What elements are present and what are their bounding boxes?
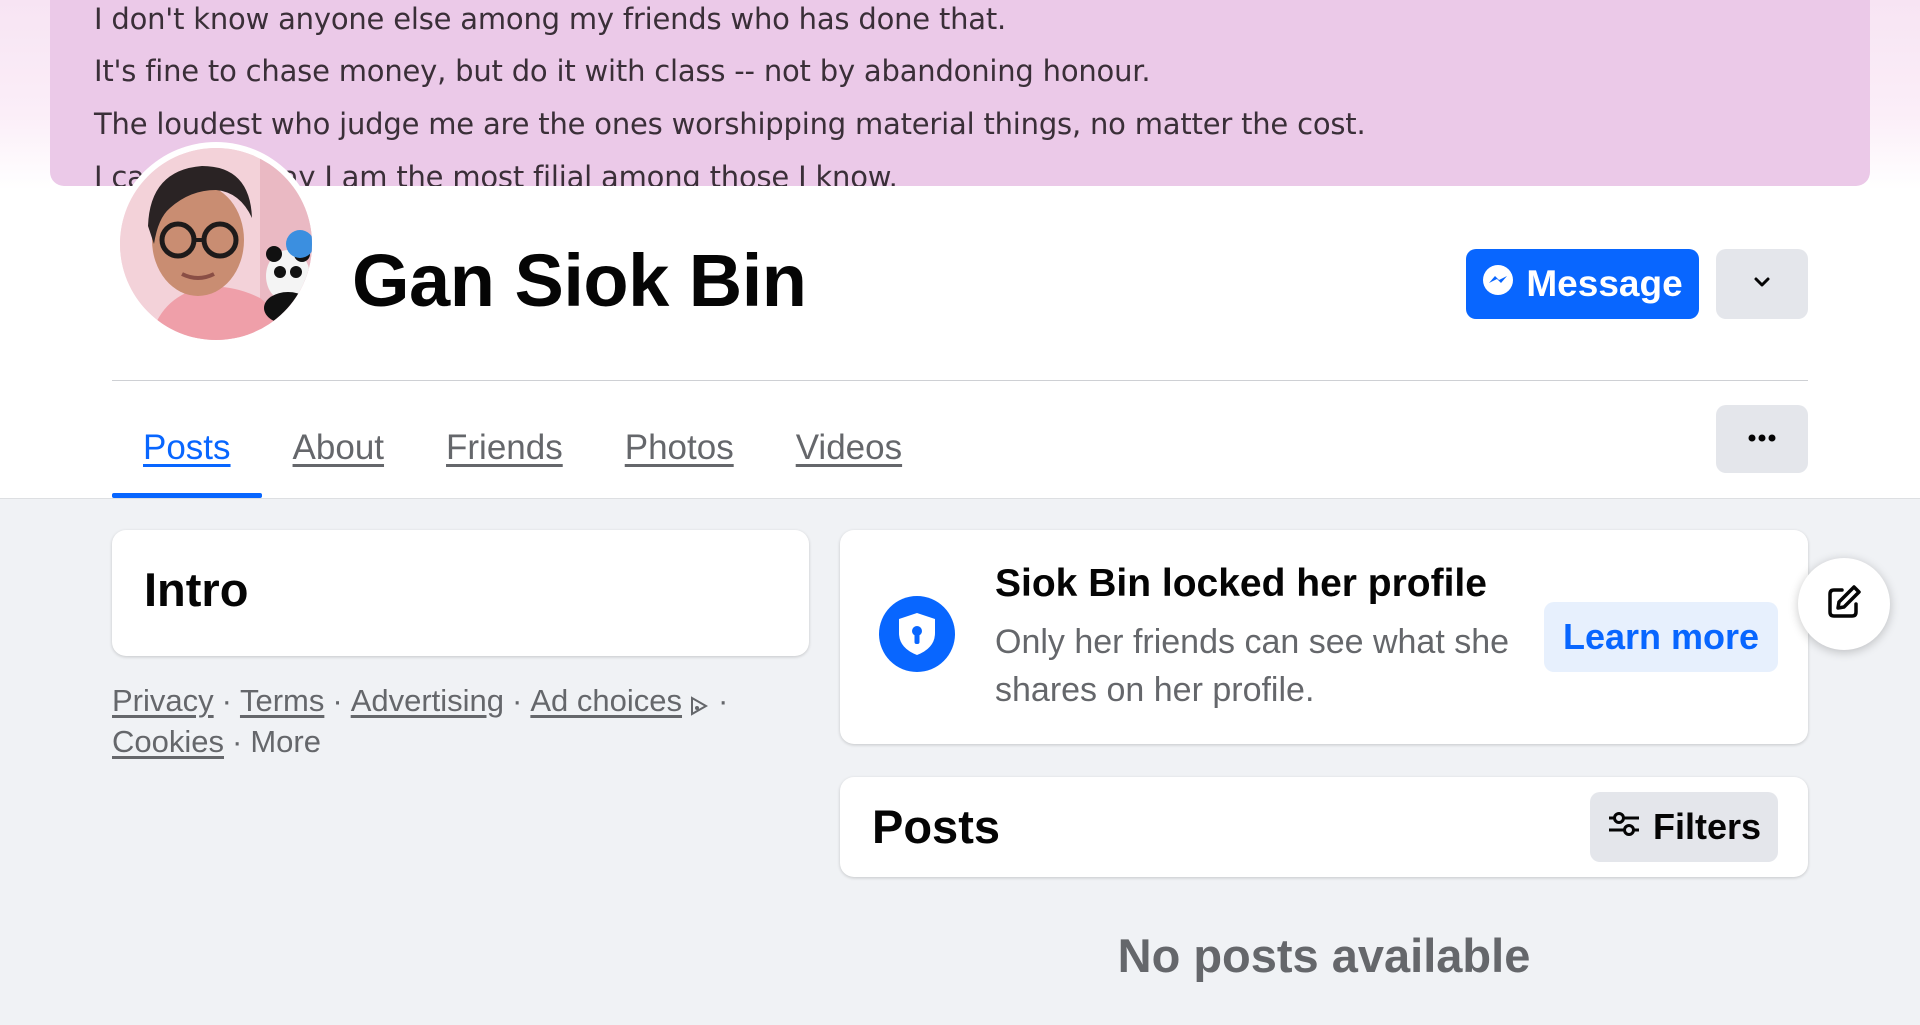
no-posts-message: No posts available bbox=[1117, 929, 1531, 982]
tab-friends[interactable]: Friends bbox=[415, 398, 594, 498]
tab-posts[interactable]: Posts bbox=[112, 398, 262, 498]
ellipsis-icon bbox=[1747, 430, 1777, 448]
separator: · bbox=[221, 683, 232, 718]
profile-name: Gan Siok Bin bbox=[352, 239, 807, 322]
separator: · bbox=[718, 683, 729, 718]
more-options-button[interactable] bbox=[1716, 405, 1808, 473]
message-button-label: Message bbox=[1526, 263, 1683, 304]
messenger-icon bbox=[1482, 263, 1514, 305]
filters-label: Filters bbox=[1652, 806, 1762, 847]
cover-text-line: It's fine to chase money, but do it with… bbox=[94, 54, 1151, 88]
intro-card: Intro bbox=[112, 530, 809, 656]
tab-videos[interactable]: Videos bbox=[765, 398, 933, 498]
message-button[interactable]: Message bbox=[1466, 249, 1699, 319]
locked-profile-description: Only her friends can see what she shares… bbox=[995, 623, 1510, 709]
separator: · bbox=[332, 683, 343, 718]
cover-text-line: The loudest who judge me are the ones wo… bbox=[94, 107, 1366, 141]
more-link[interactable]: More bbox=[250, 724, 321, 759]
new-message-button[interactable] bbox=[1798, 558, 1890, 650]
locked-profile-title: Siok Bin locked her profile bbox=[995, 562, 1487, 605]
advertising-link[interactable]: Advertising bbox=[351, 683, 504, 718]
tab-photos[interactable]: Photos bbox=[594, 398, 765, 498]
learn-more-button[interactable]: Learn more bbox=[1544, 602, 1778, 672]
cover-edge-right bbox=[1870, 0, 1920, 190]
locked-profile-card: Siok Bin locked her profile Only her fri… bbox=[840, 530, 1808, 744]
footer-links: Privacy · Terms · Advertising · Ad choices · Coo… bbox=[112, 680, 812, 762]
cookies-link[interactable]: Cookies bbox=[112, 724, 224, 759]
shield-lock-icon bbox=[879, 596, 955, 672]
intro-title: Intro bbox=[144, 563, 249, 616]
privacy-link[interactable]: Privacy bbox=[112, 683, 214, 718]
profile-tabs: Posts About Friends Photos Videos bbox=[112, 398, 933, 498]
tab-about[interactable]: About bbox=[262, 398, 415, 498]
header-divider bbox=[112, 380, 1808, 381]
cover-photo[interactable]: I don't know anyone else among my friend… bbox=[50, 0, 1870, 186]
profile-avatar[interactable] bbox=[114, 142, 318, 346]
avatar-photo bbox=[120, 148, 312, 340]
posts-title: Posts bbox=[872, 800, 1000, 853]
posts-header-card: Posts Filters bbox=[840, 777, 1808, 877]
filters-button[interactable]: Filters bbox=[1590, 792, 1778, 862]
filters-icon bbox=[1607, 806, 1641, 848]
chevron-down-icon bbox=[1750, 270, 1774, 299]
ad-choices-link[interactable]: Ad choices bbox=[530, 683, 682, 718]
edit-icon bbox=[1824, 582, 1864, 627]
cover-edge-left bbox=[0, 0, 50, 190]
terms-link[interactable]: Terms bbox=[240, 683, 324, 718]
profile-options-button[interactable] bbox=[1716, 249, 1808, 319]
separator: · bbox=[512, 683, 523, 718]
ad-choices-icon bbox=[682, 683, 710, 718]
cover-text-line: I don't know anyone else among my friend… bbox=[94, 2, 1007, 36]
separator: · bbox=[232, 724, 243, 759]
